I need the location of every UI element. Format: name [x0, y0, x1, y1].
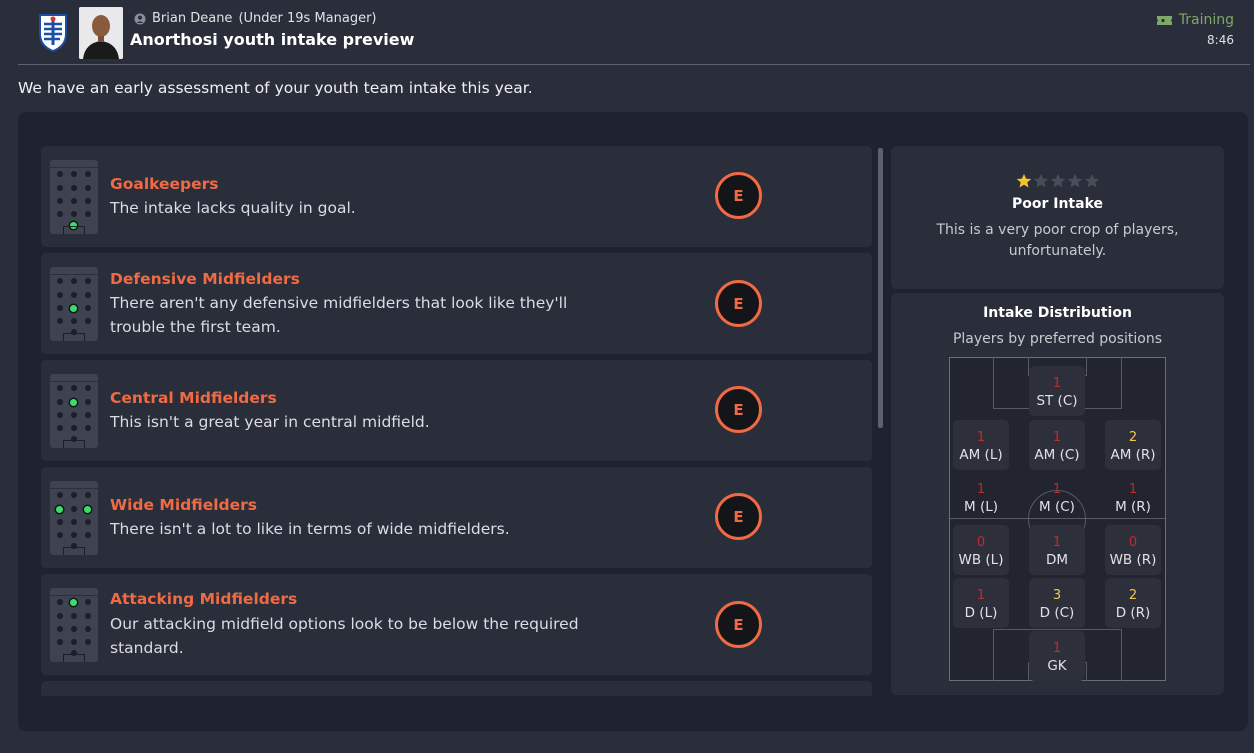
position-slot-wb-l[interactable]: 0 WB (L)	[953, 525, 1009, 575]
position-card-attacking-midfielders[interactable]: Attacking Midfielders Our attacking midf…	[41, 574, 872, 675]
position-card-central-midfielders[interactable]: Central Midfielders This isn't a great y…	[41, 360, 872, 461]
slot-count: 1	[1052, 430, 1062, 445]
position-pitch-icon	[50, 481, 98, 555]
star-empty-icon	[1084, 173, 1099, 188]
grade-badge: E	[715, 386, 762, 433]
sender-avatar[interactable]	[79, 7, 123, 59]
grade-badge: E	[715, 280, 762, 327]
position-description: There isn't a lot to like in terms of wi…	[110, 520, 510, 538]
slot-count: 2	[1128, 430, 1138, 445]
position-pitch-icon	[50, 267, 98, 341]
distribution-subtitle: Players by preferred positions	[952, 331, 1163, 347]
position-description: This isn't a great year in central midfi…	[110, 413, 430, 431]
position-card-defensive-midfielders[interactable]: Defensive Midfielders There aren't any d…	[41, 253, 872, 354]
slot-count: 1	[1052, 535, 1062, 550]
position-slot-gk[interactable]: 1 GK	[1029, 631, 1085, 681]
grade-badge: E	[715, 493, 762, 540]
position-slot-dm[interactable]: 1 DM	[1029, 525, 1085, 575]
intake-rating-card: Poor Intake This is a very poor crop of …	[891, 146, 1224, 289]
position-slot-d-r[interactable]: 2 D (R)	[1105, 578, 1161, 628]
slot-label: ST (C)	[1036, 393, 1078, 409]
slot-label: M (L)	[964, 499, 998, 515]
slot-count: 0	[976, 535, 986, 550]
slot-count: 0	[1128, 535, 1138, 550]
slot-count: 1	[1052, 641, 1062, 656]
slot-count: 1	[1052, 376, 1062, 391]
slot-count: 1	[1128, 482, 1138, 497]
slot-count: 1	[976, 588, 986, 603]
position-assessment-list[interactable]: Goalkeepers The intake lacks quality in …	[41, 146, 872, 696]
intake-distribution-card: Intake Distribution Players by preferred…	[891, 293, 1224, 695]
grade-badge: E	[715, 172, 762, 219]
sender-line: Brian Deane (Under 19s Manager)	[134, 11, 377, 26]
sender-name[interactable]: Brian Deane	[152, 11, 232, 26]
slot-label: M (R)	[1115, 499, 1151, 515]
message-subject: Anorthosi youth intake preview	[130, 30, 415, 49]
position-title: Goalkeepers	[110, 175, 219, 193]
position-pitch-icon	[50, 160, 98, 234]
intro-text: We have an early assessment of your yout…	[18, 79, 533, 97]
person-icon	[134, 13, 146, 24]
message-time: 8:46	[1207, 33, 1234, 47]
slot-label: GK	[1047, 658, 1067, 674]
star-empty-icon	[1050, 173, 1065, 188]
list-scrollbar[interactable]	[878, 148, 883, 428]
slot-label: DM	[1045, 552, 1069, 568]
category-tag[interactable]: Training	[1156, 12, 1234, 28]
club-crest-icon	[39, 14, 67, 52]
slot-label: AM (R)	[1110, 447, 1156, 463]
position-description: There aren't any defensive midfielders t…	[110, 294, 568, 336]
position-title: Defensive Midfielders	[110, 270, 300, 288]
slot-label: AM (L)	[959, 447, 1003, 463]
intake-panel: Goalkeepers The intake lacks quality in …	[18, 112, 1248, 731]
position-description: Our attacking midfield options look to b…	[110, 615, 579, 657]
position-description: The intake lacks quality in goal.	[110, 199, 356, 217]
rating-title: Poor Intake	[1011, 196, 1104, 212]
star-filled-icon	[1016, 173, 1031, 188]
distribution-pitch: 1 ST (C) 1 AM (L) 1 AM (C) 2 AM (R) 1 M …	[949, 357, 1166, 681]
position-slot-m-r[interactable]: 1 M (R)	[1105, 472, 1161, 522]
ticket-icon	[1156, 15, 1172, 25]
grade-badge: E	[715, 601, 762, 648]
slot-label: WB (R)	[1109, 552, 1157, 568]
rating-description-text: This is a very poor crop of players, unf…	[936, 222, 1179, 259]
position-card-goalkeepers[interactable]: Goalkeepers The intake lacks quality in …	[41, 146, 872, 247]
slot-label: D (C)	[1039, 605, 1075, 621]
slot-count: 1	[976, 482, 986, 497]
position-title: Attacking Midfielders	[110, 590, 298, 608]
position-pitch-icon	[50, 374, 98, 448]
position-slot-d-c[interactable]: 3 D (C)	[1029, 578, 1085, 628]
position-title: Wide Midfielders	[110, 496, 258, 514]
position-card-wide-midfielders[interactable]: Wide Midfielders There isn't a lot to li…	[41, 467, 872, 568]
position-slot-wb-r[interactable]: 0 WB (R)	[1105, 525, 1161, 575]
position-slot-am-c[interactable]: 1 AM (C)	[1029, 420, 1085, 470]
position-slot-m-c[interactable]: 1 M (C)	[1029, 472, 1085, 522]
position-slot-d-l[interactable]: 1 D (L)	[953, 578, 1009, 628]
rating-description: This is a very poor crop of players, unf…	[891, 220, 1224, 262]
slot-label: AM (C)	[1034, 447, 1080, 463]
slot-count: 3	[1052, 588, 1062, 603]
slot-label: D (L)	[964, 605, 998, 621]
slot-count: 1	[976, 430, 986, 445]
star-empty-icon	[1067, 173, 1082, 188]
slot-label: D (R)	[1115, 605, 1151, 621]
star-rating	[891, 173, 1224, 189]
slot-count: 2	[1128, 588, 1138, 603]
position-pitch-icon	[50, 588, 98, 662]
star-empty-icon	[1033, 173, 1048, 188]
slot-label: M (C)	[1039, 499, 1075, 515]
header-divider	[18, 64, 1250, 65]
position-slot-am-l[interactable]: 1 AM (L)	[953, 420, 1009, 470]
category-tag-label: Training	[1178, 12, 1234, 28]
sender-role: (Under 19s Manager)	[238, 11, 377, 26]
position-card-next[interactable]	[41, 681, 872, 696]
position-title: Central Midfielders	[110, 389, 277, 407]
message-header: Brian Deane (Under 19s Manager) Anorthos…	[0, 0, 1254, 64]
distribution-title: Intake Distribution	[983, 305, 1132, 321]
slot-label: WB (L)	[958, 552, 1004, 568]
slot-count: 1	[1052, 482, 1062, 497]
position-slot-m-l[interactable]: 1 M (L)	[953, 472, 1009, 522]
position-slot-am-r[interactable]: 2 AM (R)	[1105, 420, 1161, 470]
position-slot-st-c[interactable]: 1 ST (C)	[1029, 366, 1085, 416]
